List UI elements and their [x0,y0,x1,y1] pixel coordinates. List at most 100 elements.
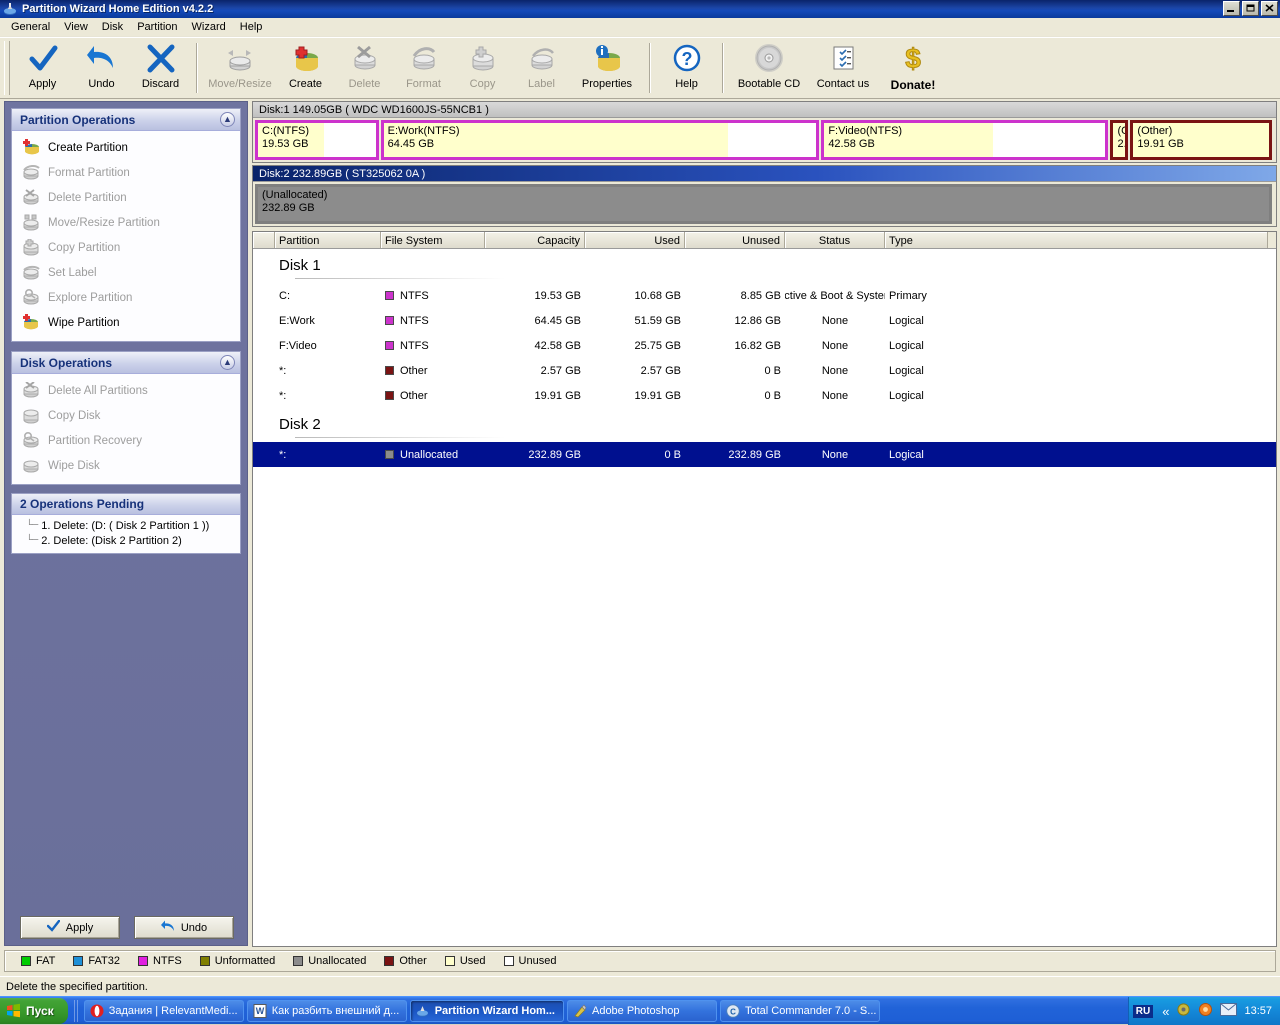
minimize-button[interactable] [1223,1,1240,16]
partition-block-other-large[interactable]: (Other) 19.91 GB [1130,120,1272,160]
menu-item-partition[interactable]: Partition [130,19,184,35]
undo-button[interactable]: Undo [134,916,234,939]
sidebar-item-copy-disk[interactable]: Copy Disk [12,403,240,428]
filesystem-swatch [385,366,394,375]
table-row[interactable]: *: Other 19.91 GB 19.91 GB 0 B None Logi… [253,383,1276,408]
table-header-unused[interactable]: Unused [685,232,785,248]
partition-block-other-small[interactable]: (Other) 2.57 GB [1110,120,1129,160]
table-header-filesystem[interactable]: File System [381,232,485,248]
sidebar-item-delete-partition[interactable]: Delete Partition [12,185,240,210]
toolbar-grip[interactable] [4,41,10,95]
pending-item[interactable]: └─ 1. Delete: (D: ( Disk 2 Partition 1 )… [12,518,240,533]
chevron-up-icon[interactable]: ▲ [220,112,235,127]
chevron-left-icon[interactable]: « [1162,1005,1169,1018]
clock[interactable]: 13:57 [1244,1005,1272,1017]
disk-1-header[interactable]: Disk:1 149.05GB ( WDC WD1600JS-55NCB1 ) [253,102,1276,118]
table-row[interactable]: E:Work NTFS 64.45 GB 51.59 GB 12.86 GB N… [253,308,1276,333]
restore-button[interactable] [1242,1,1259,16]
panel-header[interactable]: Disk Operations ▲ [12,352,240,374]
apply-button[interactable]: Apply [20,916,120,939]
toolbar-button-properties[interactable]: Properties [571,38,643,98]
free-area [992,123,1106,157]
toolbar-button-donate[interactable]: $ Donate! [878,38,948,98]
taskbar-button-total-commander[interactable]: C Total Commander 7.0 - S... [719,999,880,1022]
table-header-used[interactable]: Used [585,232,685,248]
table-row[interactable]: C: NTFS 19.53 GB 10.68 GB 8.85 GB Active… [253,283,1276,308]
toolbar-button-copy[interactable]: Copy [453,38,512,98]
table-header-partition[interactable]: Partition [275,232,381,248]
toolbar-button-format[interactable]: Format [394,38,453,98]
partition-block-f-video[interactable]: F:Video(NTFS) 42.58 GB [821,120,1109,160]
disk-2-header[interactable]: Disk:2 232.89GB ( ST325062 0A ) [253,166,1276,182]
sidebar-item-wipe-disk[interactable]: Wipe Disk [12,453,240,478]
sidebar-item-delete-all-partitions[interactable]: Delete All Partitions [12,378,240,403]
toolbar-button-create[interactable]: Create [276,38,335,98]
sidebar-item-create-partition[interactable]: Create Partition [12,135,240,160]
start-button[interactable]: Пуск [0,997,68,1024]
table-row[interactable]: *: Unallocated 232.89 GB 0 B 232.89 GB N… [253,442,1276,467]
cell-type: Logical [889,364,924,377]
partition-block-c[interactable]: C:(NTFS) 19.53 GB [255,120,379,160]
taskbar-button-partition-wizard[interactable]: Partition Wizard Hom... [409,999,564,1022]
toolbar-button-apply[interactable]: Apply [13,38,72,98]
legend-swatch [444,956,455,966]
sidebar: Partition Operations ▲ Create Partition … [4,101,248,946]
taskbar-button-word[interactable]: W Как разбить внешний д... [246,999,407,1022]
toolbar-button-discard[interactable]: Discard [131,38,190,98]
cell-capacity: 2.57 GB [540,364,581,377]
table-row[interactable]: *: Other 2.57 GB 2.57 GB 0 B None Logica… [253,358,1276,383]
photoshop-icon [573,1003,587,1018]
sidebar-item-move-resize-partition[interactable]: Move/Resize Partition [12,210,240,235]
svg-text:?: ? [681,49,692,69]
table-header-status[interactable]: Status [785,232,885,248]
application-window: Partition Wizard Home Edition v4.2.2 Gen… [0,0,1280,1025]
group-header-disk-1: Disk 1 [279,257,321,274]
table-header-capacity[interactable]: Capacity [485,232,585,248]
taskbar-button-opera[interactable]: Задания | RelevantMedi... [83,999,244,1022]
cell-partition: *: [279,389,287,402]
partition-block-e-work[interactable]: E:Work(NTFS) 64.45 GB [380,120,820,160]
close-button[interactable] [1261,1,1278,16]
cell-status: None [821,389,849,402]
chevron-up-icon[interactable]: ▲ [220,355,235,370]
sidebar-item-format-partition[interactable]: Format Partition [12,160,240,185]
legend-label: Unused [518,955,557,967]
orange-tray-icon[interactable] [1198,1002,1213,1020]
taskbar-button-label: Задания | RelevantMedi... [108,1004,238,1017]
menu-item-disk[interactable]: Disk [95,19,130,35]
table-header-type[interactable]: Type [885,232,1268,248]
sidebar-item-set-label[interactable]: Set Label [12,260,240,285]
menu-item-wizard[interactable]: Wizard [185,19,233,35]
mail-tray-icon[interactable] [1220,1003,1238,1019]
cell-partition: *: [279,448,287,461]
sidebar-item-wipe-partition[interactable]: Wipe Partition [12,310,240,335]
menu-item-help[interactable]: Help [233,19,270,35]
sidebar-item-partition-recovery[interactable]: Partition Recovery [12,428,240,453]
table-row[interactable]: F:Video NTFS 42.58 GB 25.75 GB 16.82 GB … [253,333,1276,358]
toolbar-button-undo[interactable]: Undo [72,38,131,98]
menu-item-general[interactable]: General [4,19,57,35]
disk-1-bar: C:(NTFS) 19.53 GB E:Work(NTFS) 64.45 GB [253,118,1276,162]
sidebar-item-explore-partition[interactable]: Explore Partition [12,285,240,310]
toolbar-label: Move/Resize [208,78,272,90]
cell-capacity: 232.89 GB [528,448,581,461]
language-indicator[interactable]: RU [1132,1004,1154,1018]
toolbar-button-help[interactable]: ? Help [657,38,716,98]
used-area [258,123,324,157]
move-resize-partition-icon [21,214,41,231]
toolbar-button-delete[interactable]: Delete [335,38,394,98]
pending-item[interactable]: └─ 2. Delete: (Disk 2 Partition 2) [12,533,240,548]
toolbar-button-move-resize[interactable]: Move/Resize [204,38,276,98]
taskbar-button-photoshop[interactable]: Adobe Photoshop [566,999,717,1022]
panel-title: Partition Operations [20,112,136,127]
sidebar-item-label: Format Partition [48,166,130,179]
partition-block-unallocated[interactable]: (Unallocated) 232.89 GB [255,184,1272,224]
panel-header[interactable]: Partition Operations ▲ [12,109,240,131]
sidebar-item-copy-partition[interactable]: Copy Partition [12,235,240,260]
toolbar-button-bootable-cd[interactable]: Bootable CD [730,38,808,98]
settings-tray-icon[interactable] [1176,1002,1191,1020]
toolbar-button-label[interactable]: Label [512,38,571,98]
menu-item-view[interactable]: View [57,19,95,35]
cell-unused: 232.89 GB [728,448,781,461]
toolbar-button-contact-us[interactable]: Contact us [808,38,878,98]
